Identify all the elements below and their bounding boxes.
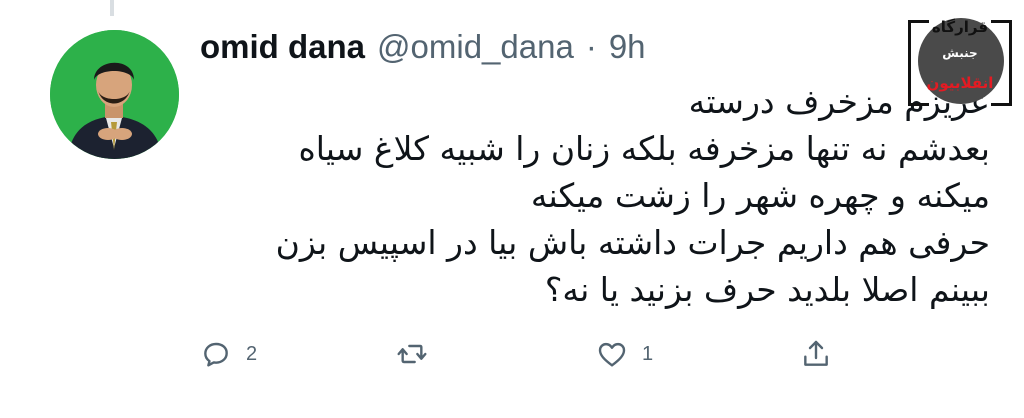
tweet-text: عزیزم مزخرف درسته بعدشم نه تنها مزخرفه ب… — [200, 78, 990, 313]
reply-button[interactable]: 2 — [200, 338, 257, 370]
avatar-portrait — [50, 30, 179, 159]
tweet-text-line: عزیزم مزخرف درسته — [688, 82, 990, 121]
tweet-text-line: ببینم اصلا بلدید حرف بزنید یا نه؟ — [544, 270, 990, 309]
heart-icon — [598, 342, 626, 367]
like-button[interactable]: 1 — [596, 338, 653, 370]
share-button[interactable] — [800, 338, 832, 370]
tweet-timestamp[interactable]: 9h — [609, 28, 646, 66]
separator-dot: · — [585, 28, 597, 65]
retweet-icon — [397, 344, 427, 364]
reply-icon — [204, 342, 228, 367]
author-name[interactable]: omid dana — [200, 28, 365, 66]
reply-count: 2 — [246, 342, 258, 365]
tweet-header: omid dana @omid_dana · 9h — [200, 28, 646, 68]
like-count: 1 — [642, 342, 654, 365]
tweet-text-line: حرفی هم داریم جرات داشته باش بیا در اسپی… — [275, 223, 990, 262]
avatar[interactable] — [50, 30, 179, 159]
watermark-text: انقلابیون — [926, 74, 994, 92]
thread-connector-line — [110, 0, 114, 16]
tweet-text-line: میکنه و چهره شهر را زشت میکنه — [530, 176, 990, 215]
watermark-text: قرارگاه — [931, 18, 989, 36]
author-handle[interactable]: @omid_dana — [377, 28, 574, 66]
retweet-button[interactable] — [396, 338, 428, 370]
watermark-text: جنبش — [942, 46, 978, 60]
share-icon — [804, 340, 828, 366]
tweet-text-line: بعدشم نه تنها مزخرفه بلکه زنان را شبیه ک… — [298, 129, 990, 168]
tweet-actions-bar: 2 1 — [200, 338, 850, 378]
watermark-logo: قرارگاه جنبش انقلابیون — [908, 14, 1012, 114]
